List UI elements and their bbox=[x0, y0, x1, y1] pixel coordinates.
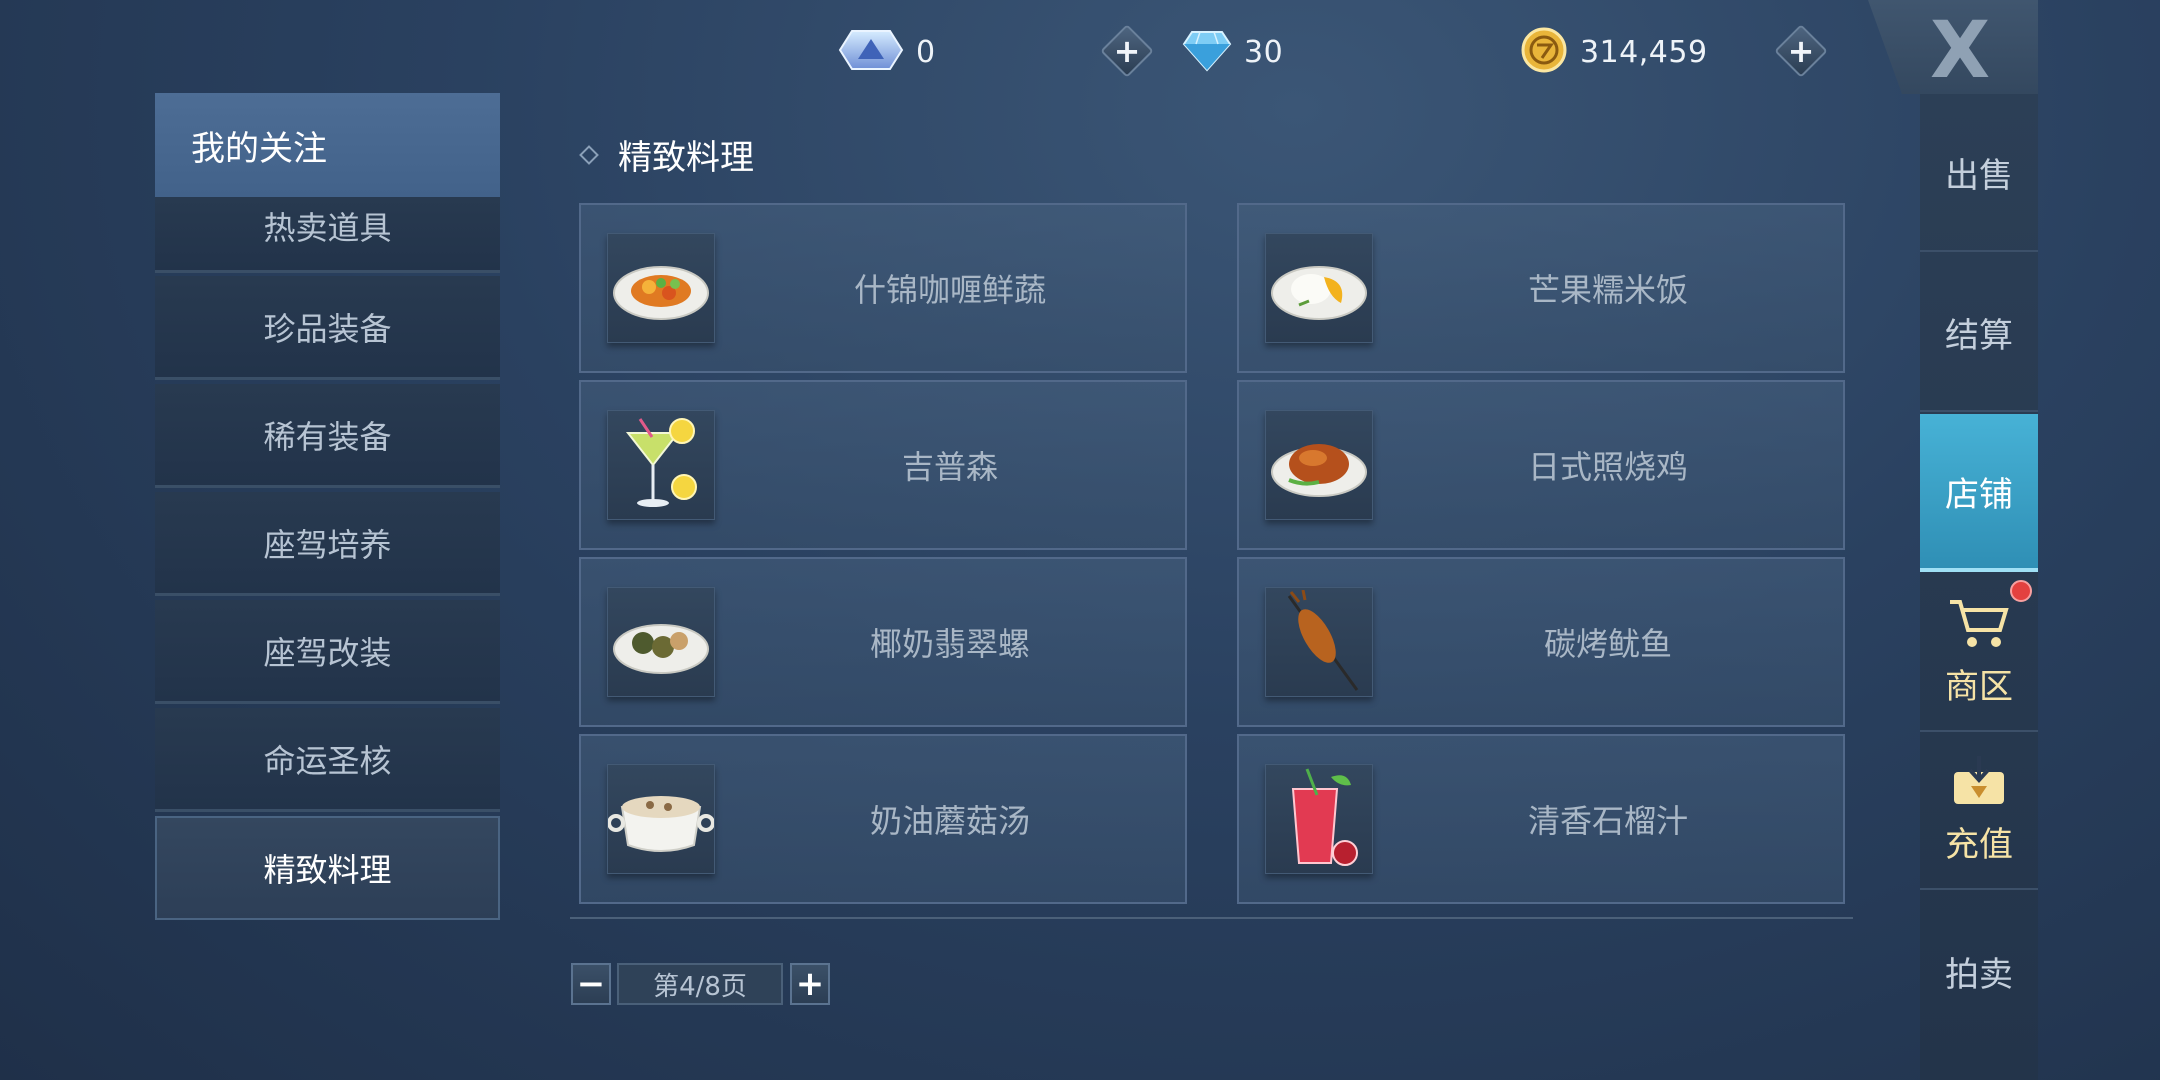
prev-page-button[interactable]: − bbox=[571, 963, 611, 1005]
pomegranate-juice-icon bbox=[1265, 764, 1373, 874]
mango-rice-icon bbox=[1265, 233, 1373, 343]
nav-settle[interactable]: 结算 bbox=[1920, 254, 2038, 412]
recharge-icon bbox=[1950, 754, 2008, 817]
diamond-icon bbox=[1182, 28, 1232, 76]
diamond-value: 30 bbox=[1244, 34, 1284, 70]
item-name: 日式照烧鸡 bbox=[1527, 448, 1688, 486]
nav-label: 拍卖 bbox=[1945, 954, 2013, 995]
sidebar-item-treasure-gear[interactable]: 珍品装备 bbox=[155, 276, 500, 380]
roast-chicken-icon bbox=[1265, 410, 1373, 520]
item-card[interactable]: 芒果糯米饭 bbox=[1237, 203, 1845, 373]
soup-pot-icon bbox=[607, 764, 715, 874]
notification-badge bbox=[2010, 580, 2032, 602]
sidebar-item-favorites[interactable]: 我的关注 bbox=[155, 93, 500, 197]
sidebar-item-mount-modify[interactable]: 座驾改装 bbox=[155, 600, 500, 704]
nav-label: 出售 bbox=[1945, 155, 2013, 196]
item-name: 芒果糯米饭 bbox=[1527, 271, 1688, 309]
add-crystal-button[interactable]: + bbox=[1100, 24, 1154, 78]
crystal-ticket-icon bbox=[838, 25, 904, 79]
nav-auction[interactable]: 拍卖 bbox=[1920, 892, 2038, 1050]
cocktail-icon bbox=[607, 410, 715, 520]
add-gold-button[interactable]: + bbox=[1774, 24, 1828, 78]
item-name: 吉普森 bbox=[901, 448, 998, 486]
item-name: 碳烤鱿鱼 bbox=[1543, 625, 1672, 663]
snail-dish-icon bbox=[607, 587, 715, 697]
sidebar-item-destiny-core[interactable]: 命运圣核 bbox=[155, 708, 500, 812]
sidebar-item-rare-gear[interactable]: 稀有装备 bbox=[155, 384, 500, 488]
crystal-currency: 0 bbox=[838, 24, 936, 80]
gold-coin-icon bbox=[1520, 26, 1568, 78]
section-title: 精致料理 bbox=[579, 130, 754, 179]
diamond-currency: 30 bbox=[1182, 24, 1283, 80]
item-card[interactable]: 吉普森 bbox=[579, 380, 1187, 550]
sidebar-item-fine-cuisine[interactable]: 精致料理 bbox=[155, 816, 500, 920]
item-name: 椰奶翡翠螺 bbox=[869, 625, 1030, 663]
section-title-text: 精致料理 bbox=[618, 138, 754, 178]
nav-label: 充值 bbox=[1945, 825, 2013, 865]
item-name: 什锦咖喱鲜蔬 bbox=[853, 271, 1046, 309]
sidebar-item-mount-training[interactable]: 座驾培养 bbox=[155, 492, 500, 596]
item-card[interactable]: 碳烤鱿鱼 bbox=[1237, 557, 1845, 727]
curry-dish-icon bbox=[607, 233, 715, 343]
gold-currency: 314,459 bbox=[1520, 24, 1708, 80]
nav-label: 结算 bbox=[1945, 315, 2013, 356]
item-card[interactable]: 奶油蘑菇汤 bbox=[579, 734, 1187, 904]
nav-label: 店铺 bbox=[1945, 474, 2013, 515]
grilled-squid-icon bbox=[1265, 587, 1373, 697]
nav-shop[interactable]: 店铺 bbox=[1920, 414, 2038, 572]
item-name: 奶油蘑菇汤 bbox=[869, 802, 1030, 840]
sidebar-item-hot-items[interactable]: 热卖道具 bbox=[155, 197, 500, 273]
page-indicator: 第4/8页 bbox=[617, 963, 783, 1005]
cart-icon bbox=[1946, 596, 2012, 659]
divider bbox=[570, 917, 1853, 919]
nav-sell[interactable]: 出售 bbox=[1920, 94, 2038, 252]
item-card[interactable]: 日式照烧鸡 bbox=[1237, 380, 1845, 550]
crystal-value: 0 bbox=[916, 34, 936, 70]
nav-label: 商区 bbox=[1945, 667, 2013, 707]
item-name: 清香石榴汁 bbox=[1527, 802, 1688, 840]
item-card[interactable]: 什锦咖喱鲜蔬 bbox=[579, 203, 1187, 373]
diamond-bullet-icon bbox=[579, 144, 599, 165]
close-button[interactable]: X bbox=[1930, 6, 1990, 96]
nav-recharge[interactable]: 充值 bbox=[1920, 732, 2038, 890]
next-page-button[interactable]: + bbox=[790, 963, 830, 1005]
item-card[interactable]: 椰奶翡翠螺 bbox=[579, 557, 1187, 727]
gold-value: 314,459 bbox=[1580, 34, 1708, 70]
item-card[interactable]: 清香石榴汁 bbox=[1237, 734, 1845, 904]
